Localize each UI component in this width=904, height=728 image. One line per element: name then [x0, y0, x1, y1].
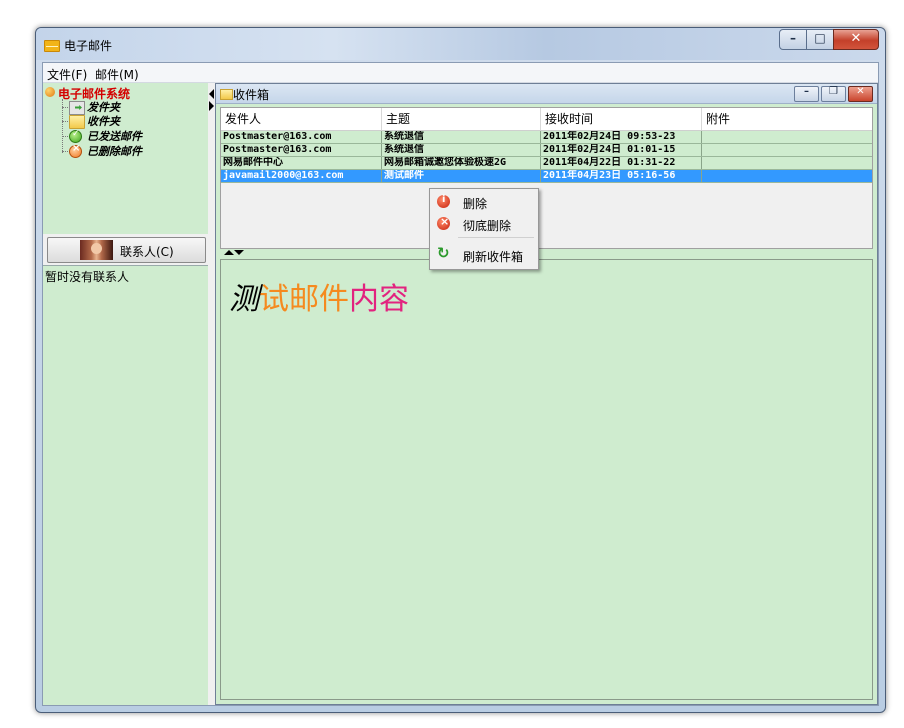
contacts-button-label: 联系人(C): [120, 245, 174, 259]
preview-text-part: 测: [229, 282, 259, 317]
menu-item-refresh-inbox[interactable]: ↻ 刷新收件箱: [432, 244, 536, 266]
cell-subject: 系统退信: [382, 144, 541, 156]
delete-icon: [437, 215, 450, 230]
minimize-button[interactable]: –: [779, 29, 807, 50]
tree-branch: [62, 136, 68, 137]
tree-item-label: 已删除邮件: [87, 145, 142, 158]
cell-attachment: [702, 144, 872, 156]
column-header-attachment[interactable]: 附件: [702, 108, 872, 130]
minimize-icon: –: [790, 31, 796, 45]
cell-time: 2011年04月22日 01:31-22: [541, 157, 702, 169]
app-window: 电子邮件 – □ ✕ 文件(F) 邮件(M) 电子邮件系统 发件夹 收件夹 ✓ …: [35, 27, 886, 713]
tree-branch: [62, 107, 68, 108]
menu-item-label: 删除: [463, 197, 488, 211]
info-icon: [437, 194, 450, 208]
preview-text-part: 内容: [349, 282, 409, 317]
folder-icon: [69, 115, 85, 129]
column-header-time[interactable]: 接收时间: [541, 108, 702, 130]
cell-attachment: [702, 170, 872, 182]
collapse-up-icon[interactable]: [224, 250, 234, 255]
folder-tree: 电子邮件系统 发件夹 收件夹 已发送邮件 已删除邮件: [43, 83, 208, 234]
envelope-icon: [44, 40, 60, 52]
client-area: 文件(F) 邮件(M) 电子邮件系统 发件夹 收件夹 ✓ 已发送邮件 × 已删除…: [42, 62, 879, 706]
table-row[interactable]: 网易邮件中心 网易邮箱诚邀您体验极速2G 2011年04月22日 01:31-2…: [221, 157, 872, 170]
cell-attachment: [702, 131, 872, 143]
inbox-minimize-button[interactable]: –: [794, 86, 819, 102]
menu-file[interactable]: 文件(F): [47, 66, 87, 83]
contacts-button[interactable]: 联系人(C): [47, 237, 206, 263]
maximize-button[interactable]: □: [806, 29, 834, 50]
table-row[interactable]: Postmaster@163.com 系统退信 2011年02月24日 09:5…: [221, 131, 872, 144]
close-button[interactable]: ✕: [833, 29, 879, 50]
title-bar[interactable]: 电子邮件 – □ ✕: [36, 28, 885, 60]
inbox-window: 收件箱 – ❐ ✕ 发件人 主题 接收时间 附件 Postmaster@163.…: [215, 83, 878, 705]
cell-sender: Postmaster@163.com: [221, 144, 382, 156]
mail-table: 发件人 主题 接收时间 附件 Postmaster@163.com 系统退信 2…: [220, 107, 873, 249]
contacts-list: 暂时没有联系人: [43, 265, 208, 705]
vertical-splitter[interactable]: [208, 83, 215, 123]
menu-item-label: 刷新收件箱: [463, 250, 524, 264]
cell-subject: 网易邮箱诚邀您体验极速2G: [382, 157, 541, 169]
folder-icon: [220, 89, 233, 100]
cell-time: 2011年02月24日 09:53-23: [541, 131, 702, 143]
maximize-icon: □: [814, 31, 826, 45]
app-root-icon: [45, 87, 55, 97]
refresh-icon: ↻: [437, 244, 450, 262]
table-row-selected[interactable]: javamail2000@163.com 测试邮件 2011年04月23日 05…: [221, 170, 872, 183]
inbox-restore-button[interactable]: ❐: [821, 86, 846, 102]
inbox-close-button[interactable]: ✕: [848, 86, 873, 102]
column-header-sender[interactable]: 发件人: [221, 108, 382, 130]
menu-mail[interactable]: 邮件(M): [95, 66, 139, 83]
message-preview: 测试邮件内容: [220, 259, 873, 700]
cell-attachment: [702, 157, 872, 169]
menu-item-delete[interactable]: 删除: [432, 191, 536, 213]
cell-sender: 网易邮件中心: [221, 157, 382, 169]
cell-subject: 测试邮件: [382, 170, 541, 182]
contacts-empty-text: 暂时没有联系人: [45, 270, 130, 284]
close-icon: ✕: [856, 86, 865, 97]
tree-branch: [62, 121, 68, 122]
menu-bar: 文件(F) 邮件(M): [43, 63, 878, 83]
tree-item-label: 已发送邮件: [87, 130, 142, 143]
inbox-title: 收件箱: [233, 88, 270, 102]
inbox-window-controls: – ❐ ✕: [792, 86, 873, 102]
sent-check-icon: [69, 129, 82, 143]
deleted-icon: [69, 143, 82, 158]
table-row[interactable]: Postmaster@163.com 系统退信 2011年02月24日 01:0…: [221, 144, 872, 157]
cell-time: 2011年04月23日 05:16-56: [541, 170, 702, 182]
tree-item-label: 收件夹: [87, 115, 120, 128]
preview-text-part: 试邮件: [259, 282, 349, 317]
close-icon: ✕: [850, 31, 862, 46]
tree-branch: [62, 151, 68, 152]
avatar: [80, 240, 113, 260]
preview-body: 测试邮件内容: [229, 274, 409, 318]
cell-sender: Postmaster@163.com: [221, 131, 382, 143]
table-header: 发件人 主题 接收时间 附件: [221, 108, 872, 131]
menu-item-label: 彻底删除: [463, 219, 512, 233]
collapse-left-icon[interactable]: [209, 89, 214, 99]
cell-sender: javamail2000@163.com: [221, 170, 382, 182]
outbox-icon: [69, 101, 85, 115]
inbox-title-bar[interactable]: 收件箱 – ❐ ✕: [216, 84, 877, 104]
cell-time: 2011年02月24日 01:01-15: [541, 144, 702, 156]
window-controls: – □ ✕: [779, 29, 879, 50]
menu-separator: [458, 237, 534, 238]
minimize-icon: –: [804, 86, 809, 97]
cell-subject: 系统退信: [382, 131, 541, 143]
window-title: 电子邮件: [64, 39, 113, 53]
expand-right-icon[interactable]: [209, 101, 214, 111]
restore-icon: ❐: [829, 86, 838, 97]
context-menu: 删除 彻底删除 ↻ 刷新收件箱: [429, 188, 539, 270]
menu-item-permanent-delete[interactable]: 彻底删除: [432, 213, 536, 235]
horizontal-splitter[interactable]: [220, 250, 873, 258]
column-header-subject[interactable]: 主题: [382, 108, 541, 130]
expand-down-icon[interactable]: [234, 250, 244, 255]
